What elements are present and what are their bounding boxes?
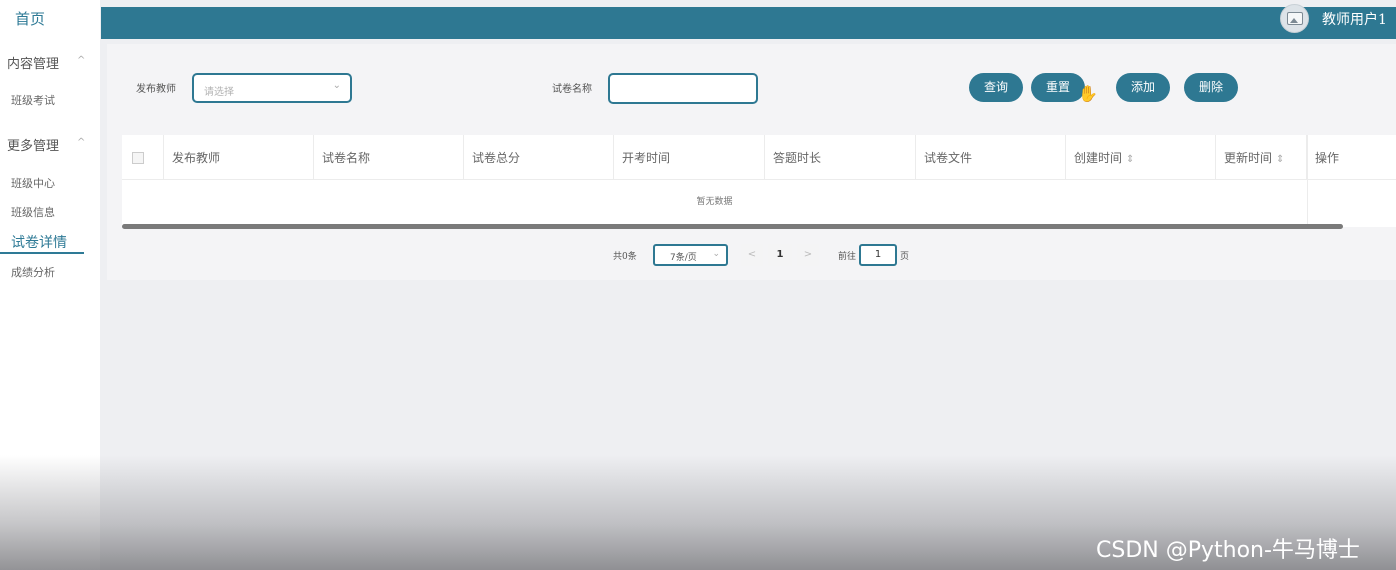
watermark: CSDN @Python-牛马博士 <box>1096 538 1360 563</box>
empty-text: 暂无数据 <box>696 197 733 207</box>
reset-button[interactable]: 重置 <box>1031 73 1085 102</box>
goto-label: 前往 <box>838 252 857 262</box>
sidebar-item-paper-detail[interactable]: 试卷详情 <box>11 232 67 252</box>
data-table: 发布教师 试卷名称 试卷总分 开考时间 答题时长 试卷文件 创建时间 ⇕ 更新时间… <box>122 135 1396 227</box>
col-total-score: 试卷总分 <box>464 135 614 179</box>
teacher-label: 发布教师 <box>136 84 176 95</box>
hand-cursor-icon: ✋ <box>1078 84 1098 103</box>
horizontal-scrollbar[interactable] <box>122 224 1343 229</box>
goto-page-input[interactable]: 1 <box>859 244 897 266</box>
query-button[interactable]: 查询 <box>969 73 1023 102</box>
sidebar-home[interactable]: 首页 <box>0 8 60 29</box>
chevron-up-icon[interactable]: ^ <box>77 55 85 66</box>
sidebar-item-class-info[interactable]: 班级信息 <box>11 204 55 220</box>
paper-name-input[interactable] <box>608 73 758 104</box>
page-size-select[interactable]: 7条/页 ⌄ <box>653 244 728 266</box>
col-teacher: 发布教师 <box>164 135 314 179</box>
chevron-up-icon[interactable]: ^ <box>77 137 85 148</box>
prev-page-button[interactable]: < <box>741 244 763 266</box>
col-paper-name: 试卷名称 <box>314 135 464 179</box>
table-header: 发布教师 试卷名称 试卷总分 开考时间 答题时长 试卷文件 创建时间 ⇕ 更新时间… <box>122 135 1396 180</box>
sidebar-group-content[interactable]: 内容管理 <box>7 53 59 72</box>
pagination-total: 共0条 <box>613 252 637 262</box>
paper-name-label: 试卷名称 <box>552 84 592 95</box>
add-button[interactable]: 添加 <box>1116 73 1170 102</box>
top-header <box>101 7 1396 39</box>
col-paper-file: 试卷文件 <box>916 135 1066 179</box>
select-all-checkbox[interactable] <box>132 152 144 164</box>
col-updated-time[interactable]: 更新时间 ⇕ <box>1216 135 1307 179</box>
sort-icon[interactable]: ⇕ <box>1126 154 1134 165</box>
username[interactable]: 教师用户1 <box>1322 9 1387 29</box>
chevron-down-icon: ⌄ <box>712 249 720 259</box>
sidebar-item-score-analysis[interactable]: 成绩分析 <box>11 264 55 280</box>
col-created-time[interactable]: 创建时间 ⇕ <box>1066 135 1216 179</box>
teacher-select-placeholder: 请选择 <box>204 87 234 98</box>
sidebar-group-more[interactable]: 更多管理 <box>7 135 59 154</box>
teacher-select[interactable]: 请选择 ⌄ <box>192 73 352 103</box>
sort-icon[interactable]: ⇕ <box>1276 154 1284 165</box>
sidebar-item-class-exam[interactable]: 班级考试 <box>11 92 55 108</box>
page-suffix: 页 <box>900 252 910 262</box>
delete-button[interactable]: 删除 <box>1184 73 1238 102</box>
active-indicator <box>0 252 84 254</box>
page-size-value: 7条/页 <box>670 253 697 263</box>
next-page-button[interactable]: > <box>797 244 819 266</box>
avatar[interactable] <box>1280 4 1309 33</box>
page-number-1[interactable]: 1 <box>768 244 792 266</box>
select-all-cell <box>122 135 164 179</box>
chevron-down-icon: ⌄ <box>332 80 341 91</box>
image-icon <box>1287 12 1303 25</box>
col-duration: 答题时长 <box>765 135 916 179</box>
sidebar-item-class-center[interactable]: 班级中心 <box>11 175 55 191</box>
actions-column-fixed <box>1307 135 1396 227</box>
col-start-time: 开考时间 <box>614 135 765 179</box>
